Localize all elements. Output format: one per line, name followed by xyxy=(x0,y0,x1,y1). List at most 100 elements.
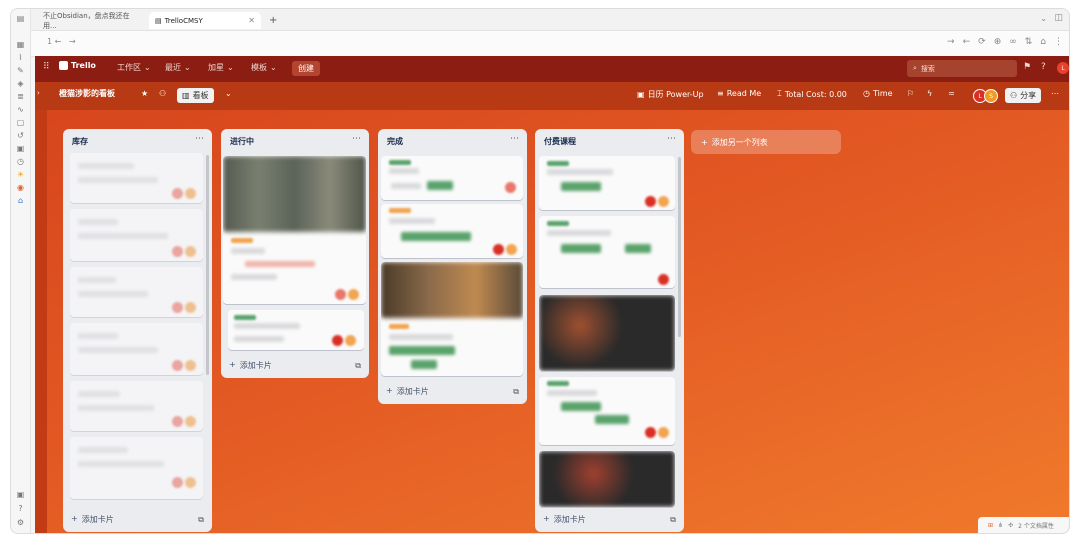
expand-sidebar-icon[interactable]: › xyxy=(37,89,40,97)
list-item[interactable] xyxy=(539,216,675,288)
calendar-powerup-button[interactable]: ▣ 日历 Power-Up xyxy=(637,89,704,100)
list-title[interactable]: 完成 xyxy=(387,136,403,147)
tab-obsidian[interactable]: 不止Obsidian，盘点我还在用... xyxy=(37,12,147,30)
user-avatar[interactable]: L xyxy=(1057,62,1069,74)
tab-trello[interactable]: ▤ TrelloCMSY ✕ xyxy=(149,12,261,29)
reload-icon[interactable]: ⟳ xyxy=(978,37,986,47)
list-item[interactable] xyxy=(70,323,203,375)
target-icon[interactable]: ◉ xyxy=(15,182,26,193)
new-tab-button[interactable]: + xyxy=(263,12,279,29)
search-input[interactable]: ⌕ 搜索 xyxy=(907,60,1017,77)
add-list-button[interactable]: + 添加另一个列表 xyxy=(691,130,841,154)
book-icon[interactable]: ⊞ xyxy=(988,522,993,529)
pulse-icon[interactable]: ∿ xyxy=(15,104,26,115)
share-button[interactable]: ⚇ 分享 xyxy=(1005,88,1042,103)
list-item[interactable] xyxy=(381,204,523,258)
forward-icon[interactable]: → xyxy=(947,37,955,47)
template-card-icon[interactable]: ⧉ xyxy=(670,515,676,525)
list-scrollbar[interactable] xyxy=(206,155,209,375)
recent-menu[interactable]: 最近 ⌄ xyxy=(165,62,191,73)
automation-icon[interactable]: ϟ xyxy=(927,89,932,98)
template-card-icon[interactable]: ⧉ xyxy=(355,361,361,371)
template-card-icon[interactable]: ⧉ xyxy=(198,515,204,525)
time-button[interactable]: ◷ Time xyxy=(863,89,893,98)
list-item[interactable] xyxy=(70,437,203,499)
back-button[interactable]: 1 ← xyxy=(47,37,61,46)
list-item[interactable] xyxy=(70,381,203,431)
list-item[interactable] xyxy=(539,377,675,445)
database-icon[interactable]: ≣ xyxy=(15,91,26,102)
apps-grid-icon[interactable]: ⠿ xyxy=(43,62,50,72)
list-title[interactable]: 进行中 xyxy=(230,136,254,147)
list-title[interactable]: 库存 xyxy=(72,136,88,147)
tree-icon[interactable]: ⋔ xyxy=(998,522,1003,529)
globe-icon[interactable]: ⊕ xyxy=(994,37,1002,47)
member-avatars[interactable]: L S xyxy=(973,89,998,103)
list-item[interactable] xyxy=(70,267,203,317)
more-icon[interactable]: ⋮ xyxy=(1054,37,1063,47)
graph-icon[interactable]: ⌇ xyxy=(15,52,26,63)
list-item[interactable] xyxy=(381,262,523,376)
doc-properties[interactable]: 2 个文档属性 xyxy=(1018,521,1054,530)
clock-icon[interactable]: ◷ xyxy=(15,156,26,167)
workspace-menu[interactable]: 工作区 ⌄ xyxy=(117,62,151,73)
forward-button[interactable]: → xyxy=(69,37,76,46)
add-card-button[interactable]: + 添加卡片 xyxy=(229,360,272,371)
move-icon[interactable]: ✣ xyxy=(1008,522,1013,529)
pen-icon[interactable]: ✎ xyxy=(15,65,26,76)
list-item[interactable] xyxy=(539,451,675,507)
list-menu-icon[interactable]: ⋯ xyxy=(195,134,204,144)
add-card-button[interactable]: + 添加卡片 xyxy=(71,514,114,525)
total-cost-button[interactable]: ⌶ Total Cost: 0.00 xyxy=(777,89,847,99)
help-icon[interactable]: ? xyxy=(15,503,26,514)
sidebar-toggle-icon[interactable]: ▤ xyxy=(15,13,26,24)
list-item[interactable] xyxy=(228,310,364,350)
chevron-down-icon[interactable]: ⌄ xyxy=(225,89,232,98)
trello-logo[interactable]: Trello xyxy=(59,61,96,70)
calendar-icon[interactable]: ▣ xyxy=(15,143,26,154)
visibility-icon[interactable]: ⚇ xyxy=(159,89,166,98)
home-icon[interactable]: ⌂ xyxy=(15,195,26,206)
link-icon[interactable]: ∞ xyxy=(1009,37,1017,47)
browser-window: ▤ ▦ ⌇ ✎ ◈ ≣ ∿ ▢ ↺ ▣ ◷ ☀ ◉ ⌂ ▣ ? ⚙ 不止Obsi… xyxy=(10,8,1070,534)
list-item[interactable] xyxy=(539,295,675,371)
vault-icon[interactable]: ▣ xyxy=(15,489,26,500)
split-view-icon[interactable]: ◫ xyxy=(1054,13,1063,23)
notification-icon[interactable]: ⚑ xyxy=(1023,62,1031,72)
list-menu-icon[interactable]: ⋯ xyxy=(510,134,519,144)
starred-menu[interactable]: 加星 ⌄ xyxy=(208,62,234,73)
rocket-icon[interactable]: ⚐ xyxy=(907,89,914,98)
home-icon[interactable]: ⌂ xyxy=(1040,37,1046,47)
files-icon[interactable]: ▦ xyxy=(15,39,26,50)
board-title[interactable]: 橙猫涉影的看板 xyxy=(59,88,115,99)
list-item[interactable] xyxy=(70,153,203,203)
template-card-icon[interactable]: ⧉ xyxy=(513,387,519,397)
list-item[interactable] xyxy=(539,156,675,210)
add-card-button[interactable]: + 添加卡片 xyxy=(543,514,586,525)
star-icon[interactable]: ★ xyxy=(141,89,148,98)
back-icon[interactable]: ← xyxy=(963,37,971,47)
help-icon[interactable]: ? xyxy=(1041,62,1046,72)
close-tab-icon[interactable]: ✕ xyxy=(248,16,255,25)
list-title[interactable]: 付费课程 xyxy=(544,136,576,147)
sun-icon[interactable]: ☀ xyxy=(15,169,26,180)
list-scrollbar[interactable] xyxy=(678,157,681,337)
add-card-button[interactable]: + 添加卡片 xyxy=(386,386,429,397)
templates-menu[interactable]: 模板 ⌄ xyxy=(251,62,277,73)
list-item[interactable] xyxy=(70,209,203,261)
filter-icon[interactable]: ≂ xyxy=(948,89,955,98)
board-view-button[interactable]: ▥ 看板 xyxy=(177,88,214,103)
history-icon[interactable]: ↺ xyxy=(15,130,26,141)
notebook-icon[interactable]: ▢ xyxy=(15,117,26,128)
list-menu-icon[interactable]: ⋯ xyxy=(667,134,676,144)
read-me-button[interactable]: ≡ Read Me xyxy=(717,89,761,98)
cube-icon[interactable]: ◈ xyxy=(15,78,26,89)
sort-icon[interactable]: ⇅ xyxy=(1025,37,1033,47)
list-item[interactable] xyxy=(381,156,523,200)
board-menu-icon[interactable]: ⋯ xyxy=(1051,89,1059,98)
list-item[interactable] xyxy=(223,156,366,304)
chevron-down-icon[interactable]: ⌄ xyxy=(1040,14,1047,23)
list-menu-icon[interactable]: ⋯ xyxy=(352,134,361,144)
create-button[interactable]: 创建 xyxy=(292,61,320,76)
settings-icon[interactable]: ⚙ xyxy=(15,517,26,528)
